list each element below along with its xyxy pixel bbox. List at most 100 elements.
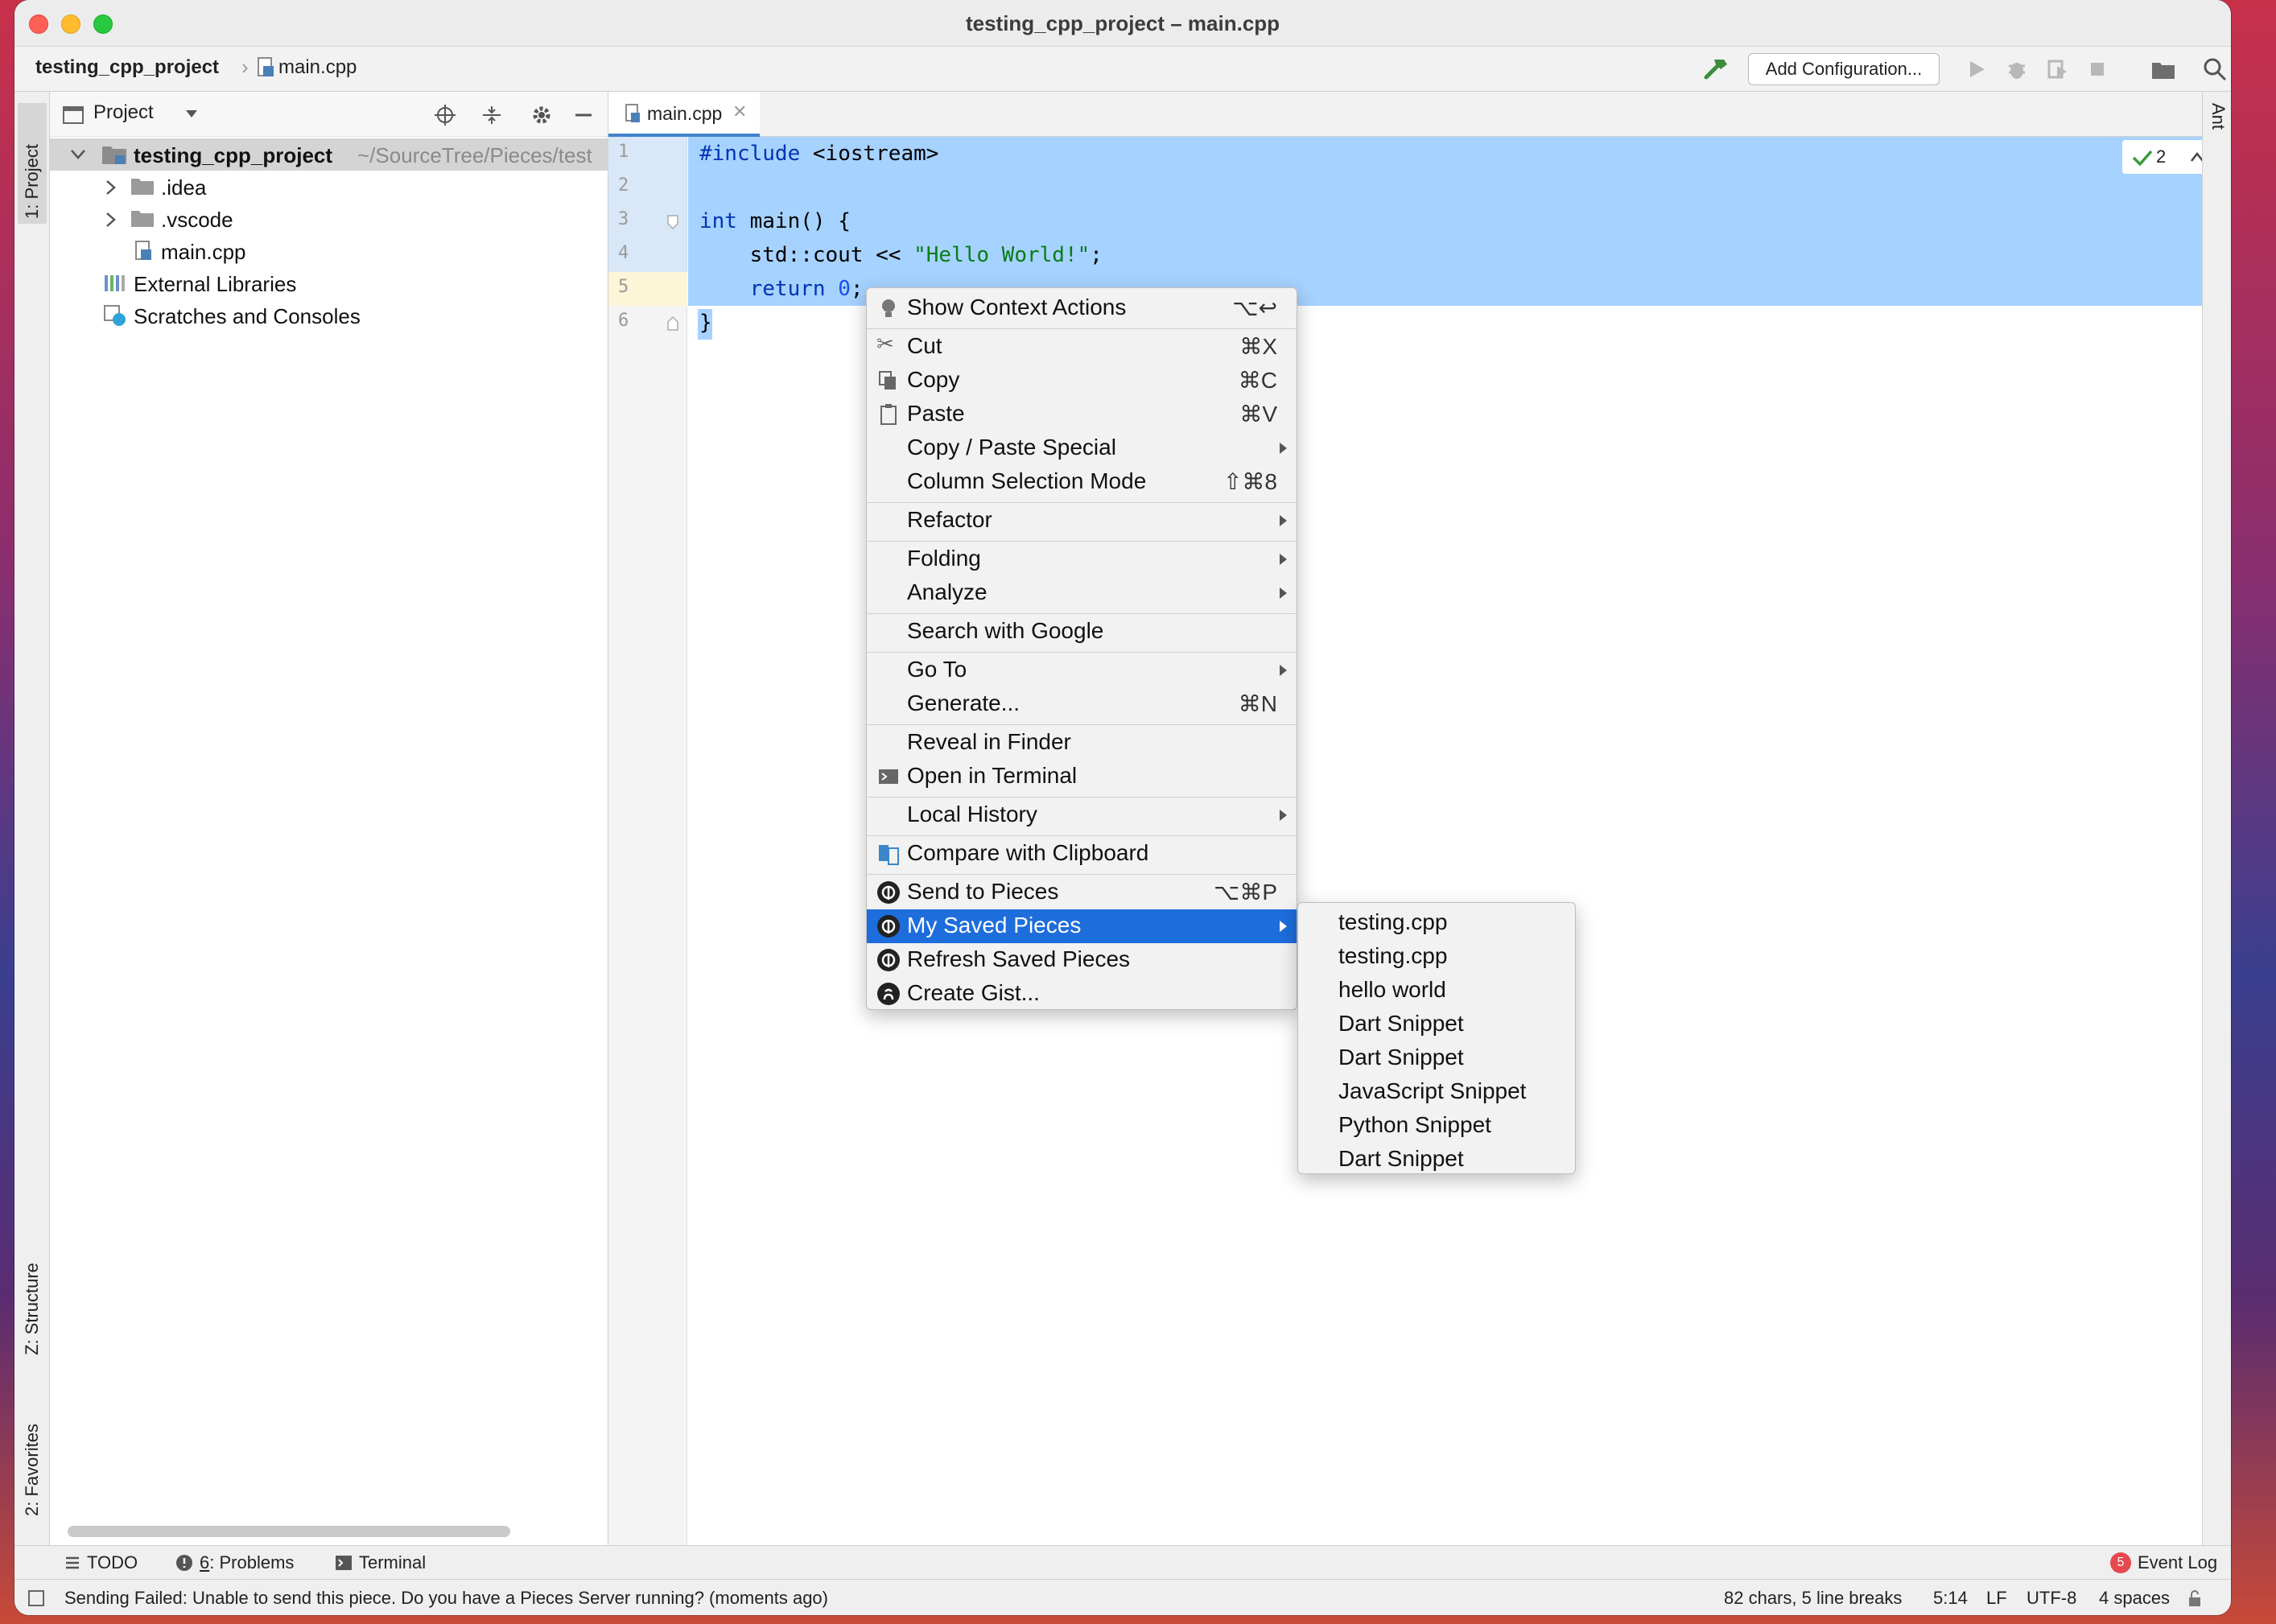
tab-main-cpp[interactable]: main.cpp ✕ xyxy=(608,92,760,137)
saved-piece-label: Dart Snippet xyxy=(1338,1146,1464,1171)
menu-item-column-selection-mode[interactable]: Column Selection Mode ⇧⌘8 xyxy=(867,465,1297,499)
menu-item-label: Local History xyxy=(907,802,1037,826)
search-everywhere-icon[interactable] xyxy=(2200,55,2229,84)
fold-marker-icon[interactable] xyxy=(666,214,679,230)
problems-label: : Problems xyxy=(209,1552,295,1572)
project-structure-icon[interactable] xyxy=(2149,55,2178,84)
menu-item-folding[interactable]: Folding xyxy=(867,542,1297,576)
saved-piece-item[interactable]: Dart Snippet xyxy=(1298,1143,1575,1177)
menu-item-copy[interactable]: Copy ⌘C xyxy=(867,364,1297,398)
menu-item-show-context-actions[interactable]: Show Context Actions ⌥↩ xyxy=(867,291,1297,325)
caret-position[interactable]: 5:14 xyxy=(1933,1588,1968,1609)
lock-icon[interactable] xyxy=(2187,1589,2202,1607)
hide-panel-icon[interactable] xyxy=(571,103,596,127)
run-icon[interactable] xyxy=(1962,55,1991,84)
menu-item-compare-with-clipboard[interactable]: Compare with Clipboard xyxy=(867,837,1297,871)
menu-item-refresh-saved-pieces[interactable]: Refresh Saved Pieces xyxy=(867,943,1297,977)
selection-info: 82 chars, 5 line breaks xyxy=(1724,1588,1903,1608)
tool-tab-ant-label: Ant xyxy=(2208,103,2229,130)
tree-item-main-cpp[interactable]: main.cpp xyxy=(50,235,608,267)
tool-tab-favorites[interactable]: 2: Favorites xyxy=(18,1395,47,1516)
tree-item-external-libraries[interactable]: External Libraries xyxy=(50,267,608,299)
breadcrumb-separator: › xyxy=(241,55,249,79)
menu-item-open-in-terminal[interactable]: Open in Terminal xyxy=(867,760,1297,793)
saved-piece-item[interactable]: JavaScript Snippet xyxy=(1298,1075,1575,1109)
line-number: 2 xyxy=(618,175,629,196)
folder-icon xyxy=(131,179,154,195)
menu-separator xyxy=(867,541,1297,542)
tree-item-vscode[interactable]: .vscode xyxy=(50,203,608,235)
code-token: #include xyxy=(699,142,801,166)
breadcrumb-file[interactable]: main.cpp xyxy=(278,56,357,79)
menu-item-search-with-google[interactable]: Search with Google xyxy=(867,615,1297,649)
chevron-right-icon[interactable] xyxy=(106,180,116,195)
project-pane-title[interactable]: Project xyxy=(93,101,154,124)
cpp-file-icon xyxy=(625,104,640,122)
menu-item-analyze[interactable]: Analyze xyxy=(867,576,1297,610)
tree-root-project[interactable]: testing_cpp_project ~/SourceTree/Pieces/… xyxy=(50,138,608,171)
file-encoding[interactable]: UTF-8 xyxy=(2027,1588,2076,1609)
debug-icon[interactable] xyxy=(2002,55,2031,84)
terminal-icon xyxy=(879,769,898,784)
saved-piece-item[interactable]: Python Snippet xyxy=(1298,1109,1575,1143)
gear-icon[interactable] xyxy=(530,103,554,127)
chevron-right-icon[interactable] xyxy=(106,212,116,227)
terminal-tool-button[interactable]: Terminal xyxy=(335,1552,426,1573)
tool-tab-structure[interactable]: Z: Structure xyxy=(18,1234,47,1355)
toggle-tool-windows-icon[interactable] xyxy=(27,1589,45,1607)
stop-icon[interactable] xyxy=(2083,55,2112,84)
menu-item-copy-paste-special[interactable]: Copy / Paste Special xyxy=(867,431,1297,465)
collapse-all-icon[interactable] xyxy=(480,103,504,127)
menu-separator xyxy=(867,613,1297,614)
clipboard-icon xyxy=(880,404,897,425)
problems-tool-button[interactable]: 6: Problems xyxy=(175,1552,294,1573)
menu-item-go-to[interactable]: Go To xyxy=(867,653,1297,687)
fold-marker-icon[interactable] xyxy=(666,315,679,332)
saved-piece-item[interactable]: Dart Snippet xyxy=(1298,1008,1575,1041)
close-tab-icon[interactable]: ✕ xyxy=(732,101,747,122)
saved-piece-item[interactable]: hello world xyxy=(1298,974,1575,1008)
build-hammer-icon[interactable] xyxy=(1700,53,1732,85)
menu-item-label: Send to Pieces xyxy=(907,879,1059,904)
indent-setting[interactable]: 4 spaces xyxy=(2099,1588,2170,1609)
saved-piece-item[interactable]: Dart Snippet xyxy=(1298,1041,1575,1075)
breadcrumb-project[interactable]: testing_cpp_project xyxy=(35,56,219,79)
submenu-arrow-icon xyxy=(1280,665,1287,676)
run-with-coverage-icon[interactable] xyxy=(2043,55,2072,84)
tool-tab-project[interactable]: 1: Project xyxy=(18,103,47,224)
tree-item-idea[interactable]: .idea xyxy=(50,171,608,203)
saved-piece-item[interactable]: testing.cpp xyxy=(1298,906,1575,940)
todo-tool-button[interactable]: TODO xyxy=(64,1552,138,1573)
menu-item-generate[interactable]: Generate... ⌘N xyxy=(867,687,1297,721)
tree-item-label: External Libraries xyxy=(134,272,297,296)
tab-label: main.cpp xyxy=(647,103,723,124)
menu-item-send-to-pieces[interactable]: Send to Pieces ⌥⌘P xyxy=(867,876,1297,909)
tree-item-scratches[interactable]: Scratches and Consoles xyxy=(50,299,608,332)
menu-item-refactor[interactable]: Refactor xyxy=(867,504,1297,538)
menu-item-cut[interactable]: ✂ Cut ⌘X xyxy=(867,330,1297,364)
editor-gutter: 1 2 3 4 5 6 xyxy=(608,137,687,1545)
tree-item-label: main.cpp xyxy=(161,240,246,264)
menu-item-reveal-in-finder[interactable]: Reveal in Finder xyxy=(867,726,1297,760)
tree-root-name: testing_cpp_project xyxy=(134,143,333,167)
submenu-arrow-icon xyxy=(1280,443,1287,454)
horizontal-scrollbar[interactable] xyxy=(68,1526,510,1537)
saved-piece-item[interactable]: testing.cpp xyxy=(1298,940,1575,974)
event-log-tool-button[interactable]: 5 Event Log xyxy=(2110,1552,2217,1573)
add-configuration-button[interactable]: Add Configuration... xyxy=(1748,53,1940,85)
chevron-down-icon[interactable] xyxy=(71,150,85,159)
terminal-icon xyxy=(336,1556,352,1570)
tree-item-label: .vscode xyxy=(161,208,233,232)
menu-item-label: Search with Google xyxy=(907,618,1104,643)
tool-tab-ant[interactable]: Ant xyxy=(2206,103,2229,130)
menu-item-my-saved-pieces[interactable]: My Saved Pieces xyxy=(867,909,1297,943)
pieces-icon xyxy=(877,915,900,938)
locate-icon[interactable] xyxy=(433,103,457,127)
menu-item-create-gist[interactable]: Create Gist... xyxy=(867,977,1297,1011)
line-separator[interactable]: LF xyxy=(1986,1588,2007,1609)
menu-item-paste[interactable]: Paste ⌘V xyxy=(867,398,1297,431)
menu-item-local-history[interactable]: Local History xyxy=(867,798,1297,832)
status-message[interactable]: Sending Failed: Unable to send this piec… xyxy=(64,1588,828,1609)
chevron-down-icon[interactable] xyxy=(185,109,198,119)
event-log-label: Event Log xyxy=(2138,1552,2218,1572)
